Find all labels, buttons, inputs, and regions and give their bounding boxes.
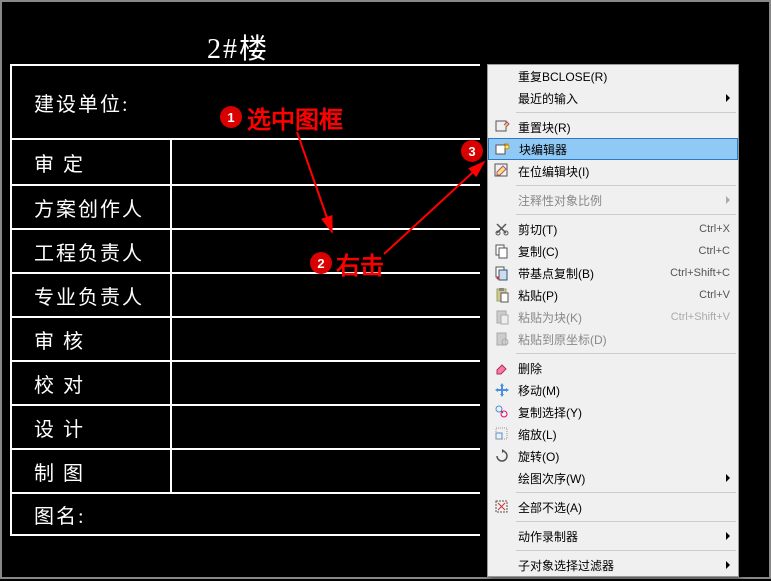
menu-item-recent-input[interactable]: 最近的输入 — [488, 87, 738, 109]
reset-block-icon — [492, 117, 512, 137]
menu-item-paste-orig: 粘贴到原坐标(D) — [488, 328, 738, 350]
paste-orig-icon — [492, 329, 512, 349]
menu-item-block-editor[interactable]: 块编辑器 — [488, 138, 738, 160]
menu-separator — [516, 550, 736, 551]
builder-label: 建设单位: — [12, 88, 130, 117]
menu-separator — [516, 112, 736, 113]
context-menu: 重复BCLOSE(R) 最近的输入 重置块(R) 块编辑器 在位编辑块(I) 注… — [487, 64, 739, 577]
menu-item-cut[interactable]: 剪切(T) Ctrl+X — [488, 218, 738, 240]
builder-row: 建设单位: — [10, 64, 480, 138]
menu-item-deselect-all[interactable]: 全部不选(A) — [488, 496, 738, 518]
rotate-icon — [492, 446, 512, 466]
move-icon — [492, 380, 512, 400]
copy-base-icon — [492, 263, 512, 283]
edit-inplace-icon — [492, 161, 512, 181]
paste-block-icon — [492, 307, 512, 327]
menu-item-rotate[interactable]: 旋转(O) — [488, 445, 738, 467]
scale-icon — [492, 424, 512, 444]
menu-item-copy-base[interactable]: 带基点复制(B) Ctrl+Shift+C — [488, 262, 738, 284]
annotation-badge-3: 3 — [461, 140, 483, 162]
block-editor-icon — [493, 139, 513, 159]
menu-item-erase[interactable]: 删除 — [488, 357, 738, 379]
menu-item-edit-inplace[interactable]: 在位编辑块(I) — [488, 160, 738, 182]
menu-item-move[interactable]: 移动(M) — [488, 379, 738, 401]
submenu-arrow-icon — [726, 196, 730, 204]
submenu-arrow-icon — [726, 532, 730, 540]
annotation-text-2: 右击 — [336, 246, 384, 281]
paste-icon — [492, 285, 512, 305]
table-row: 制 图 — [10, 448, 480, 492]
submenu-arrow-icon — [726, 474, 730, 482]
table-row: 审 定 — [10, 140, 480, 184]
table-row: 设 计 — [10, 404, 480, 448]
drawing-title: 2#楼 — [207, 27, 269, 67]
menu-separator — [516, 185, 736, 186]
submenu-arrow-icon — [726, 561, 730, 569]
annotation-badge-1: 1 — [220, 106, 242, 128]
submenu-arrow-icon — [726, 94, 730, 102]
menu-item-annotative-scale: 注释性对象比例 — [488, 189, 738, 211]
menu-item-scale[interactable]: 缩放(L) — [488, 423, 738, 445]
menu-item-reset-block[interactable]: 重置块(R) — [488, 116, 738, 138]
annotation-text-1: 选中图框 — [247, 100, 343, 135]
menu-separator — [516, 521, 736, 522]
menu-item-copy-selection[interactable]: 复制选择(Y) — [488, 401, 738, 423]
annotation-badge-2: 2 — [310, 252, 332, 274]
cut-icon — [492, 219, 512, 239]
deselect-icon — [492, 497, 512, 517]
table-row: 专业负责人 — [10, 272, 480, 316]
menu-item-draw-order[interactable]: 绘图次序(W) — [488, 467, 738, 489]
menu-item-paste-block: 粘贴为块(K) Ctrl+Shift+V — [488, 306, 738, 328]
table-row: 校 对 — [10, 360, 480, 404]
menu-item-paste[interactable]: 粘贴(P) Ctrl+V — [488, 284, 738, 306]
table-row: 审 核 — [10, 316, 480, 360]
menu-item-action-recorder[interactable]: 动作录制器 — [488, 525, 738, 547]
table-row: 工程负责人 — [10, 228, 480, 272]
menu-item-subobject-filter[interactable]: 子对象选择过滤器 — [488, 554, 738, 576]
table-row: 图名: — [10, 492, 480, 536]
cad-drawing-area[interactable]: 2#楼 建设单位: 审 定 方案创作人 工程负责人 专业负责人 — [2, 2, 769, 577]
menu-item-copy[interactable]: 复制(C) Ctrl+C — [488, 240, 738, 262]
menu-separator — [516, 214, 736, 215]
menu-separator — [516, 353, 736, 354]
table-row: 方案创作人 — [10, 184, 480, 228]
menu-item-repeat[interactable]: 重复BCLOSE(R) — [488, 65, 738, 87]
copy-icon — [492, 241, 512, 261]
erase-icon — [492, 358, 512, 378]
copy-sel-icon — [492, 402, 512, 422]
title-block[interactable]: 建设单位: 审 定 方案创作人 工程负责人 专业负责人 审 核 — [10, 64, 480, 536]
menu-separator — [516, 492, 736, 493]
